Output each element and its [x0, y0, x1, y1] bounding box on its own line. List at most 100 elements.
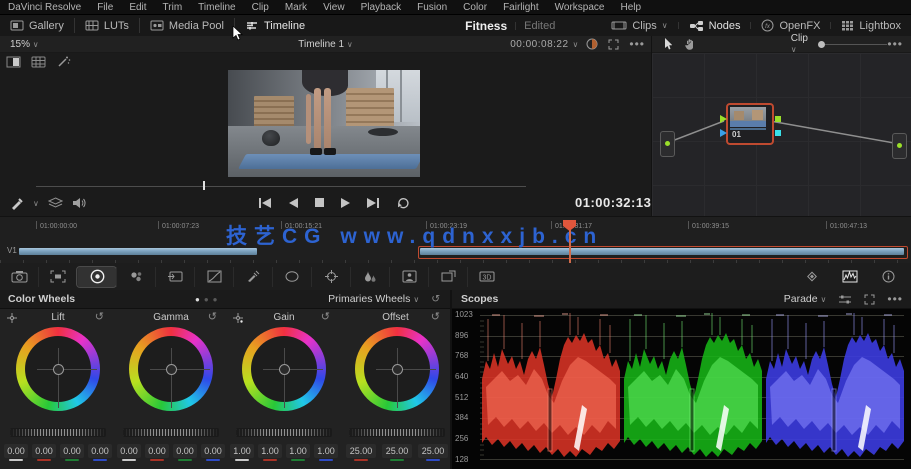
stop-button[interactable]	[314, 197, 325, 208]
lift-wheel-handle[interactable]	[53, 364, 64, 375]
node-options-menu[interactable]: •••	[887, 37, 903, 51]
menu-edit[interactable]: Edit	[121, 2, 154, 13]
track-label[interactable]: V1	[7, 246, 17, 255]
tracker-icon[interactable]	[311, 266, 350, 287]
gain-y-value[interactable]: 1.00	[230, 444, 254, 461]
timecode-chevron-icon[interactable]: ∨	[573, 40, 579, 49]
grade-preview-icon[interactable]	[586, 38, 598, 50]
gain-wheel[interactable]	[242, 327, 326, 411]
node-zoom-slider[interactable]	[818, 40, 888, 48]
keyframes-icon[interactable]	[793, 267, 831, 287]
scope-expand-icon[interactable]	[864, 294, 875, 305]
output-node[interactable]	[892, 133, 907, 159]
sizing-icon[interactable]	[428, 266, 467, 287]
scope-mode-selector[interactable]: Parade ∨	[784, 293, 827, 305]
scope-settings-icon[interactable]	[838, 294, 852, 305]
gain-r-value[interactable]: 1.00	[258, 444, 282, 461]
timeline-clip-1[interactable]	[19, 248, 257, 255]
info-icon[interactable]	[869, 267, 907, 287]
menu-file[interactable]: File	[89, 2, 121, 13]
lightbox-button[interactable]: Lightbox	[831, 20, 911, 32]
expand-icon[interactable]	[608, 39, 619, 50]
lift-b-value[interactable]: 0.00	[88, 444, 112, 461]
wheels-mode-selector[interactable]: Primaries Wheels ∨	[328, 293, 419, 305]
gain-g-value[interactable]: 1.00	[286, 444, 310, 461]
gain-master-wheel[interactable]	[236, 428, 332, 437]
node-mode-selector[interactable]: Clip ∨	[791, 33, 811, 55]
color-wheels-icon[interactable]	[76, 265, 117, 288]
menu-workspace[interactable]: Workspace	[547, 2, 613, 13]
scopes-icon[interactable]	[831, 267, 869, 287]
play-button[interactable]	[340, 197, 351, 209]
menu-trim[interactable]: Trim	[155, 2, 191, 13]
clips-button[interactable]: Clips ∨	[601, 20, 677, 32]
pan-hand-icon[interactable]	[684, 38, 693, 50]
wheels-reset-icon[interactable]: ↺	[431, 293, 440, 305]
menu-mark[interactable]: Mark	[277, 2, 315, 13]
key-icon[interactable]	[389, 266, 428, 287]
menu-fusion[interactable]: Fusion	[409, 2, 455, 13]
offset-wheel-handle[interactable]	[392, 364, 403, 375]
node-rgb-output[interactable]	[775, 116, 781, 122]
loop-button[interactable]	[396, 196, 410, 209]
media-pool-button[interactable]: Media Pool	[140, 15, 234, 36]
menu-help[interactable]: Help	[612, 2, 649, 13]
lift-y-value[interactable]: 0.00	[4, 444, 28, 461]
menu-color[interactable]: Color	[455, 2, 495, 13]
corrector-node[interactable]: 01	[720, 103, 781, 145]
viewer[interactable]: ∨ 01:00:32:13	[0, 53, 651, 216]
offset-b-value[interactable]: 25.00	[418, 444, 448, 461]
go-to-end-button[interactable]	[366, 197, 381, 209]
lift-g-value[interactable]: 0.00	[60, 444, 84, 461]
gamma-b-value[interactable]: 0.00	[201, 444, 225, 461]
lift-master-wheel[interactable]	[10, 428, 106, 437]
menu-fairlight[interactable]: Fairlight	[495, 2, 547, 13]
grid-view-icon[interactable]	[31, 56, 46, 68]
viewer-options-menu[interactable]: •••	[629, 37, 645, 51]
power-window-icon[interactable]	[272, 266, 311, 287]
gamma-wheel[interactable]	[129, 327, 213, 411]
node-key-input[interactable]	[720, 129, 727, 137]
gallery-button[interactable]: Gallery	[0, 15, 74, 36]
color-picker-icon[interactable]	[10, 196, 24, 210]
image-wipe-icon[interactable]	[6, 56, 21, 68]
offset-g-value[interactable]: 25.00	[382, 444, 412, 461]
gamma-master-wheel[interactable]	[123, 428, 219, 437]
node-rgb-input[interactable]	[720, 115, 727, 123]
menu-app[interactable]: DaVinci Resolve	[0, 2, 89, 13]
rgb-mixer-icon[interactable]	[116, 266, 155, 287]
node-graph[interactable]: 01	[652, 53, 911, 216]
viewer-playhead[interactable]	[203, 181, 205, 190]
gamma-reset-icon[interactable]: ↺	[208, 310, 217, 323]
motion-effects-icon[interactable]	[155, 266, 194, 287]
go-to-start-button[interactable]	[258, 197, 273, 209]
gamma-y-value[interactable]: 0.00	[117, 444, 141, 461]
picker-chevron-icon[interactable]: ∨	[33, 199, 39, 208]
gain-wheel-handle[interactable]	[279, 364, 290, 375]
audio-mute-icon[interactable]	[72, 197, 86, 209]
scope-options-menu[interactable]: •••	[887, 292, 903, 306]
gamma-g-value[interactable]: 0.00	[173, 444, 197, 461]
gamma-r-value[interactable]: 0.00	[145, 444, 169, 461]
viewer-scrubber[interactable]	[36, 186, 526, 187]
offset-master-wheel[interactable]	[349, 428, 445, 437]
lift-reset-icon[interactable]: ↺	[95, 310, 104, 323]
magic-wand-icon[interactable]	[56, 55, 71, 68]
nodes-button[interactable]: Nodes	[679, 20, 751, 32]
timeline-button[interactable]: Timeline	[235, 15, 315, 36]
stereo-3d-icon[interactable]: 3D	[467, 266, 506, 287]
gain-b-value[interactable]: 1.00	[314, 444, 338, 461]
offset-r-value[interactable]: 25.00	[346, 444, 376, 461]
offset-wheel[interactable]	[355, 327, 439, 411]
step-back-button[interactable]	[288, 197, 299, 209]
gain-reset-icon[interactable]: ↺	[321, 310, 330, 323]
lift-wheel[interactable]	[16, 327, 100, 411]
gamma-wheel-handle[interactable]	[166, 364, 177, 375]
qualifier-icon[interactable]	[233, 266, 272, 287]
color-match-icon[interactable]	[38, 266, 77, 287]
menu-playback[interactable]: Playback	[353, 2, 410, 13]
page-dots[interactable]: ●●●	[195, 295, 222, 304]
offset-reset-icon[interactable]: ↺	[431, 310, 440, 323]
menu-view[interactable]: View	[315, 2, 353, 13]
openfx-button[interactable]: fx OpenFX	[751, 19, 830, 32]
